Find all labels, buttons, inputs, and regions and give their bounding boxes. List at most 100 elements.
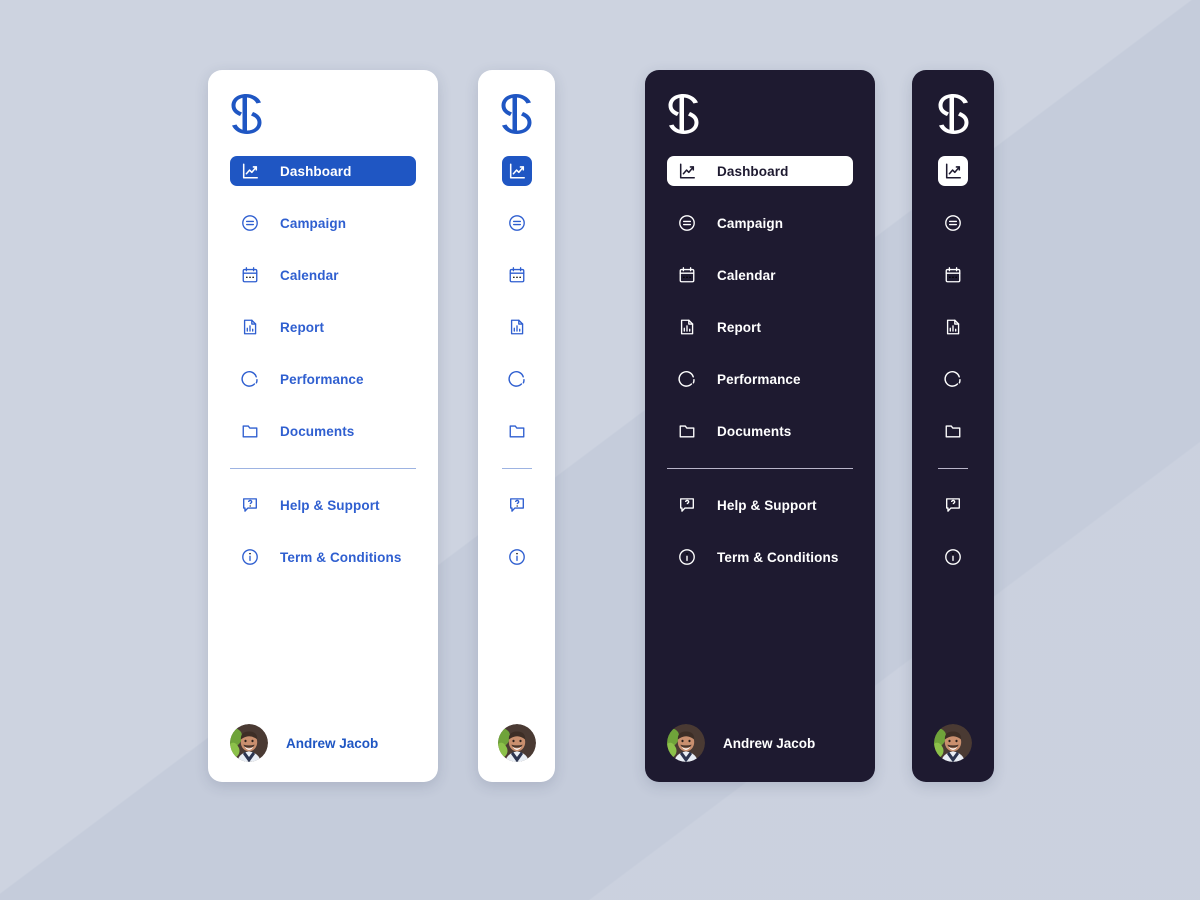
sidebar-item-label: Dashboard <box>717 163 789 179</box>
user-profile[interactable]: Andrew Jacob <box>912 724 994 762</box>
info-circle-icon <box>502 542 532 572</box>
sidebar-item-performance[interactable]: Performance <box>230 364 416 394</box>
striped-s-logo-icon <box>231 94 262 134</box>
folder-icon <box>938 416 968 446</box>
user-profile[interactable]: Andrew Jacob <box>478 724 555 762</box>
sidebar-item-documents[interactable]: Documents <box>912 416 994 446</box>
sidebar-item-campaign[interactable]: Campaign <box>230 208 416 238</box>
calendar-icon <box>238 263 262 287</box>
calendar-icon <box>938 260 968 290</box>
chart-line-icon <box>238 159 262 183</box>
sidebar-item-help-support[interactable]: Help & Support <box>667 490 853 520</box>
sidebar-divider <box>230 468 416 469</box>
sidebar-item-calendar[interactable]: Calendar <box>912 260 994 290</box>
sidebar-item-help-support[interactable]: Help & Support <box>912 490 994 520</box>
chart-line-icon <box>675 159 699 183</box>
sidebar-item-performance[interactable]: Performance <box>478 364 555 394</box>
user-profile[interactable]: Andrew Jacob <box>667 724 815 762</box>
brand-logo[interactable] <box>912 94 994 134</box>
sidebar-item-campaign[interactable]: Campaign <box>478 208 555 238</box>
sidebar-nav-primary: Dashboard Campaign Calendar Report <box>645 156 875 594</box>
folder-icon <box>238 419 262 443</box>
progress-ring-icon <box>675 367 699 391</box>
user-name: Andrew Jacob <box>286 735 379 751</box>
sidebar-nav-primary: Dashboard Campaign Calendar Report <box>208 156 438 594</box>
sidebar-panel-dark-expanded: Dashboard Campaign Calendar Report Perfo… <box>645 70 875 782</box>
progress-ring-icon <box>238 367 262 391</box>
sidebar-item-campaign[interactable]: Campaign <box>667 208 853 238</box>
folder-icon <box>675 419 699 443</box>
user-avatar-photo <box>497 724 536 762</box>
sidebar-item-dashboard[interactable]: Dashboard <box>478 156 555 186</box>
sidebar-item-terms-conditions[interactable]: Term & Conditions <box>478 542 555 572</box>
sidebar-item-report[interactable]: Report <box>230 312 416 342</box>
sidebar-item-label: Campaign <box>717 215 784 231</box>
sidebar-item-help-support[interactable]: Help & Support <box>230 490 416 520</box>
sidebar-item-label: Report <box>280 319 325 335</box>
sidebar-item-documents[interactable]: Documents <box>667 416 853 446</box>
sidebar-item-label: Calendar <box>717 267 776 283</box>
sidebar-nav-primary: Dashboard Campaign Calendar Report <box>912 156 994 594</box>
report-doc-icon <box>938 312 968 342</box>
brand-logo[interactable] <box>230 94 263 134</box>
folder-icon <box>502 416 532 446</box>
sidebar-item-label: Term & Conditions <box>717 549 839 565</box>
sidebar-item-dashboard[interactable]: Dashboard <box>230 156 416 186</box>
chat-question-icon <box>238 493 262 517</box>
sidebar-item-documents[interactable]: Documents <box>478 416 555 446</box>
user-avatar-photo <box>667 724 705 762</box>
sidebar-item-terms-conditions[interactable]: Term & Conditions <box>912 542 994 572</box>
info-circle-icon <box>238 545 262 569</box>
sidebar-item-label: Performance <box>717 371 801 387</box>
user-avatar-photo <box>230 724 268 762</box>
equals-circle-icon <box>238 211 262 235</box>
user-profile[interactable]: Andrew Jacob <box>230 724 378 762</box>
chat-question-icon <box>675 493 699 517</box>
brand-logo[interactable] <box>667 94 700 134</box>
sidebar-item-calendar[interactable]: Calendar <box>667 260 853 290</box>
info-circle-icon <box>938 542 968 572</box>
sidebar-item-dashboard[interactable]: Dashboard <box>667 156 853 186</box>
report-doc-icon <box>675 315 699 339</box>
equals-circle-icon <box>938 208 968 238</box>
sidebar-item-label: Performance <box>280 371 364 387</box>
sidebar-item-report[interactable]: Report <box>912 312 994 342</box>
sidebar-item-performance[interactable]: Performance <box>667 364 853 394</box>
sidebar-variants-stage: Dashboard Campaign Calendar Report Perfo… <box>0 0 1200 900</box>
sidebar-divider <box>501 468 532 469</box>
sidebar-item-calendar[interactable]: Calendar <box>478 260 555 290</box>
calendar-icon <box>502 260 532 290</box>
sidebar-item-help-support[interactable]: Help & Support <box>478 490 555 520</box>
sidebar-item-report[interactable]: Report <box>478 312 555 342</box>
sidebar-item-terms-conditions[interactable]: Term & Conditions <box>230 542 416 572</box>
brand-logo[interactable] <box>478 94 555 134</box>
sidebar-item-label: Campaign <box>280 215 347 231</box>
sidebar-item-report[interactable]: Report <box>667 312 853 342</box>
striped-s-logo-icon <box>501 94 532 134</box>
chat-question-icon <box>938 490 968 520</box>
sidebar-item-campaign[interactable]: Campaign <box>912 208 994 238</box>
sidebar-item-documents[interactable]: Documents <box>230 416 416 446</box>
sidebar-panel-dark-collapsed: Dashboard Campaign Calendar Report <box>912 70 994 782</box>
sidebar-item-terms-conditions[interactable]: Term & Conditions <box>667 542 853 572</box>
progress-ring-icon <box>502 364 532 394</box>
sidebar-panel-light-collapsed: Dashboard Campaign Calendar Report <box>478 70 555 782</box>
calendar-icon <box>675 263 699 287</box>
chat-question-icon <box>502 490 532 520</box>
sidebar-nav-primary: Dashboard Campaign Calendar Report <box>478 156 555 594</box>
user-name: Andrew Jacob <box>723 735 816 751</box>
sidebar-item-label: Documents <box>280 423 355 439</box>
info-circle-icon <box>675 545 699 569</box>
equals-circle-icon <box>675 211 699 235</box>
report-doc-icon <box>502 312 532 342</box>
sidebar-item-label: Dashboard <box>280 163 352 179</box>
striped-s-logo-icon <box>668 94 699 134</box>
sidebar-item-calendar[interactable]: Calendar <box>230 260 416 290</box>
sidebar-item-dashboard[interactable]: Dashboard <box>912 156 994 186</box>
sidebar-item-label: Calendar <box>280 267 339 283</box>
sidebar-item-label: Report <box>717 319 762 335</box>
sidebar-item-performance[interactable]: Performance <box>912 364 994 394</box>
sidebar-panel-light-expanded: Dashboard Campaign Calendar Report Perfo… <box>208 70 438 782</box>
chart-line-icon <box>938 156 968 186</box>
sidebar-item-label: Help & Support <box>280 497 380 513</box>
